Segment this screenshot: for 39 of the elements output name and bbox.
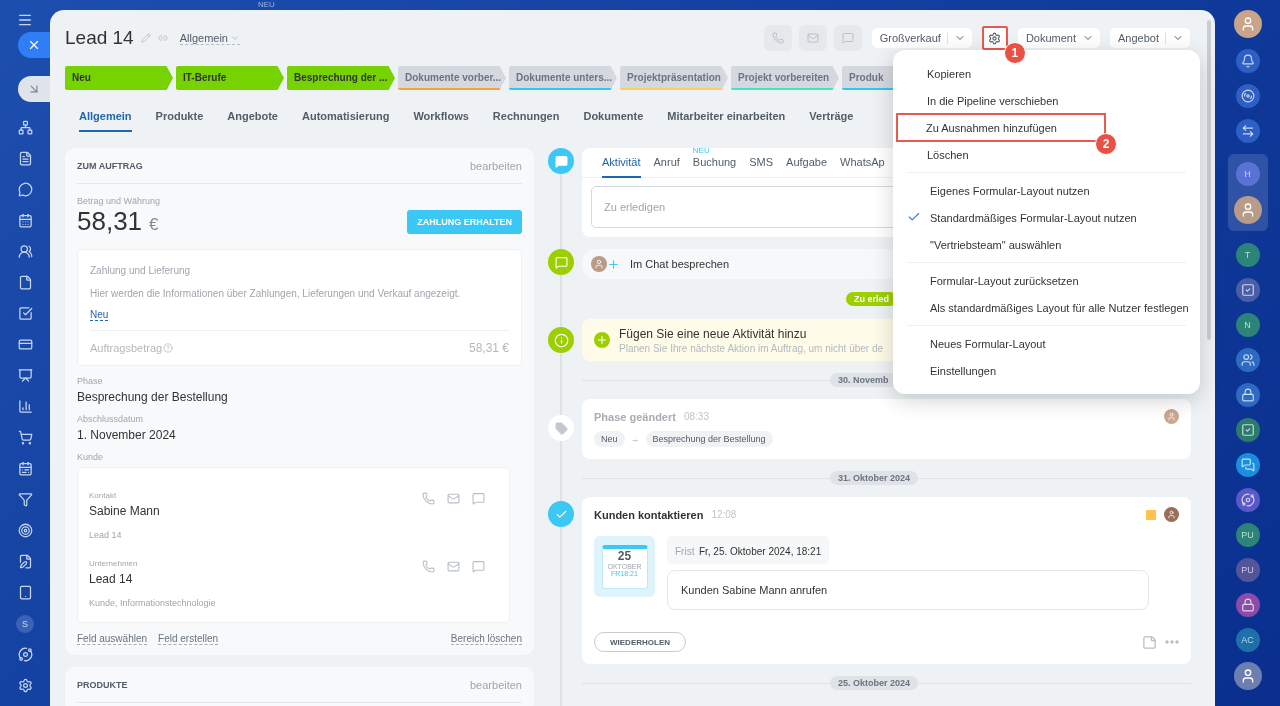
task-time: 12:08 <box>711 509 737 520</box>
payment-description: Hier werden die Informationen über Zahlungen, Lieferungen und Verkauf angezeigt. <box>90 288 462 299</box>
field-label: Phase <box>77 376 104 386</box>
calendar-day: 25 <box>617 548 632 563</box>
date-pill: 31. Oktober 2024 <box>830 471 919 485</box>
deadline-value: Fr, 25. Oktober 2024, 18:21 <box>698 546 822 557</box>
field-value: 1. November 2024 <box>77 428 177 442</box>
date-pill: 25. Oktober 2024 <box>830 676 919 690</box>
stage-chip: Besprechung der Bestellung <box>645 431 773 447</box>
page-title: Lead 14 <box>65 27 134 49</box>
client-detail: Kunde, Informationstechnologie <box>89 598 216 608</box>
client-name: Lead 14 <box>89 572 134 586</box>
event-time: 08:33 <box>683 411 709 422</box>
section-label: Zahlung und Lieferung <box>90 265 191 276</box>
deadline-label: Frist <box>675 546 695 557</box>
banner-title: Fügen Sie eine neue Aktivität hinzu <box>619 326 808 341</box>
client-name: Sabine Mann <box>89 504 160 518</box>
banner-text: Planen Sie Ihre nächste Aktion im Auftrag, um nicht über de <box>619 342 884 354</box>
new-label: NEU <box>258 0 275 10</box>
new-label: NEU <box>692 146 710 155</box>
card-title: PRODUKTE <box>77 679 128 690</box>
stage-chip: Neu <box>594 431 625 447</box>
task-title: Kunden kontaktieren <box>594 508 704 521</box>
total-value: 58,31 € <box>468 341 509 355</box>
task-description: Kunden Sabine Mann anrufen <box>667 570 1149 610</box>
client-detail: Lead 14 <box>89 530 123 540</box>
arrow-label: → <box>630 434 640 444</box>
callout-marker: 2 <box>1095 133 1117 155</box>
field-label: Kunde <box>77 452 105 462</box>
card-title: ZUM AUFTRAG <box>77 160 143 171</box>
event-title: Phase geändert <box>594 410 676 423</box>
total-label: Auftragsbetrag <box>90 342 163 354</box>
amount-value: 58,31 <box>77 206 143 236</box>
field-value: Besprechung der Bestellung <box>77 390 229 404</box>
field-label: Abschlussdatum <box>77 414 145 424</box>
field-label: Betrag und Währung <box>77 196 162 206</box>
client-type: Kontakt <box>89 491 117 500</box>
client-type: Unternehmen <box>89 559 138 568</box>
currency-symbol: € <box>149 215 159 234</box>
